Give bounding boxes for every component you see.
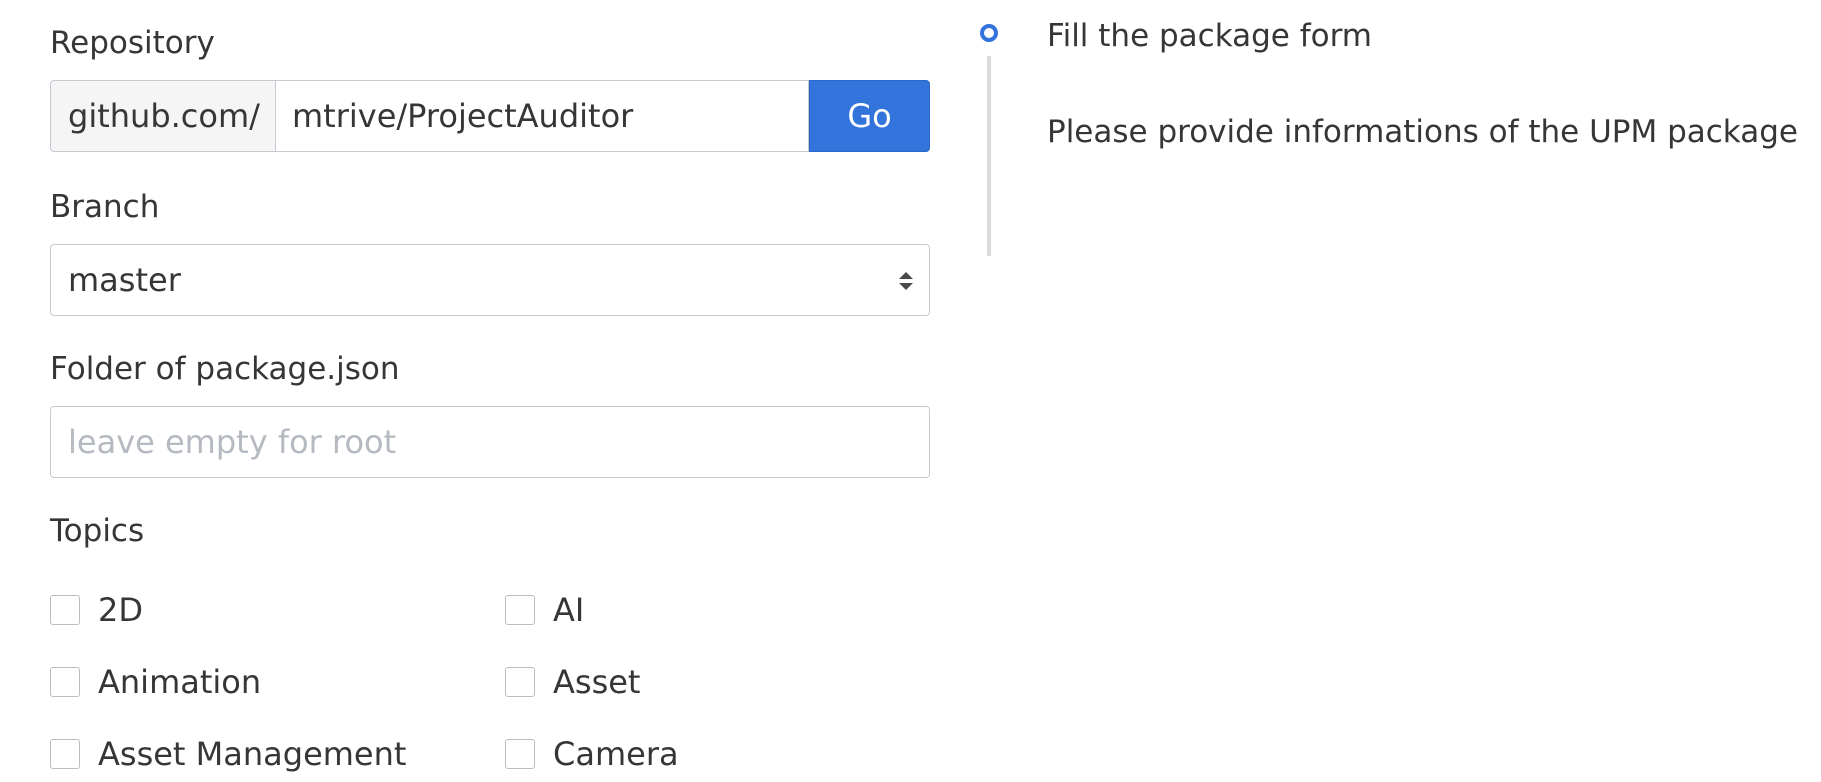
folder-placeholder: leave empty for root: [68, 423, 397, 461]
branch-selected-value: master: [68, 261, 181, 299]
folder-label: Folder of package.json: [50, 351, 400, 387]
page: Repository github.com/ mtrive/ProjectAud…: [0, 0, 1821, 782]
branch-label: Branch: [50, 189, 160, 225]
go-button[interactable]: Go: [809, 80, 930, 152]
checkbox[interactable]: [50, 739, 80, 769]
step-description: Please provide informations of the UPM p…: [1047, 114, 1798, 150]
topics-label: Topics: [50, 513, 145, 549]
repository-prefix: github.com/: [50, 80, 275, 152]
checkbox[interactable]: [505, 595, 535, 625]
checkbox[interactable]: [505, 739, 535, 769]
checkbox[interactable]: [505, 667, 535, 697]
topic-2d[interactable]: 2D: [50, 574, 505, 646]
topic-animation[interactable]: Animation: [50, 646, 505, 718]
topic-label: Animation: [98, 663, 262, 701]
step-marker-icon: [980, 24, 998, 42]
step-title: Fill the package form: [1047, 18, 1373, 54]
repository-field-group: github.com/ mtrive/ProjectAuditor Go: [50, 80, 930, 152]
repository-label: Repository: [50, 25, 215, 61]
folder-input[interactable]: leave empty for root: [50, 406, 930, 478]
topic-label: Camera: [553, 735, 679, 773]
branch-select[interactable]: master: [50, 244, 930, 316]
topics-grid: 2D AI Animation Asset Asset Management C…: [50, 574, 930, 782]
topic-label: 2D: [98, 591, 143, 629]
topic-camera[interactable]: Camera: [505, 718, 960, 782]
package-form: Repository github.com/ mtrive/ProjectAud…: [50, 18, 930, 782]
topic-label: AI: [553, 591, 585, 629]
checkbox[interactable]: [50, 667, 80, 697]
topic-ai[interactable]: AI: [505, 574, 960, 646]
topic-asset[interactable]: Asset: [505, 646, 960, 718]
select-arrows-icon: [899, 272, 913, 290]
topic-label: Asset Management: [98, 735, 407, 773]
repository-input[interactable]: mtrive/ProjectAuditor: [275, 80, 809, 152]
topic-label: Asset: [553, 663, 641, 701]
topic-asset-management[interactable]: Asset Management: [50, 718, 505, 782]
step-connector-line: [987, 56, 991, 256]
checkbox[interactable]: [50, 595, 80, 625]
